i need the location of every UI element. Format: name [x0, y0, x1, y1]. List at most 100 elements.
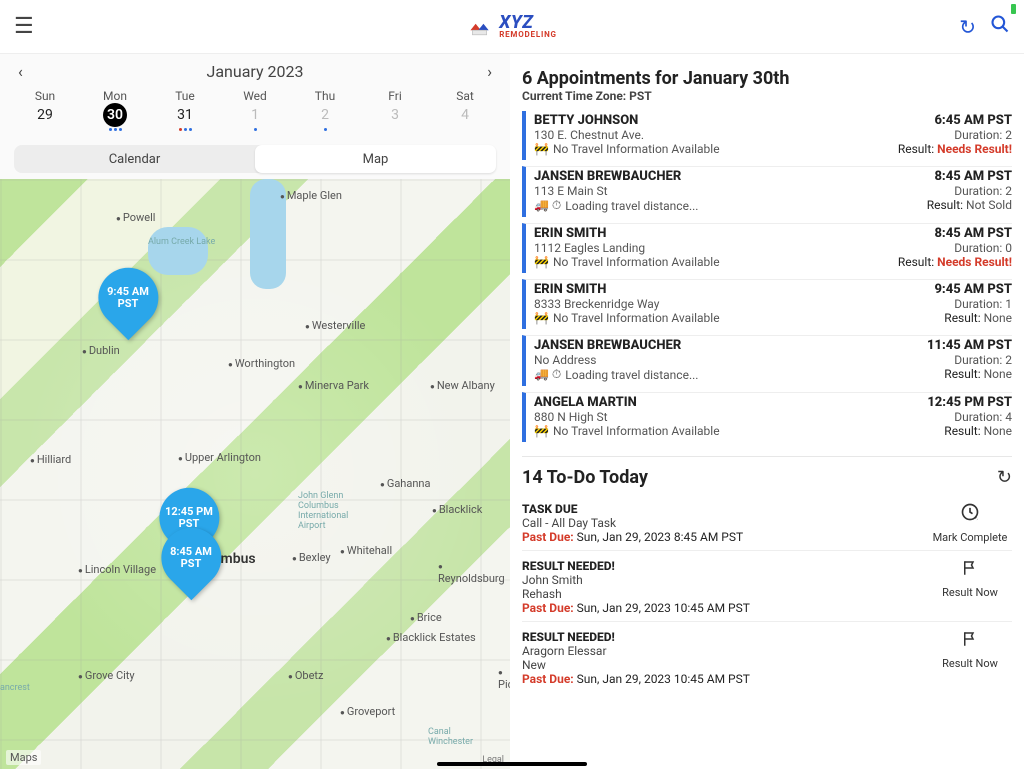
appointment-address: 880 N High St — [534, 410, 872, 424]
appointment-row[interactable]: ANGELA MARTIN880 N High St🚧 No Travel In… — [522, 392, 1012, 442]
segment-calendar[interactable]: Calendar — [14, 145, 255, 173]
appointment-row[interactable]: JANSEN BREWBAUCHERNo Address🚚 ⏱ Loading … — [522, 335, 1012, 386]
view-segment: Calendar Map — [14, 145, 496, 173]
weekday-label: Fri — [360, 89, 430, 103]
cal-next-icon[interactable]: › — [487, 62, 492, 81]
car-icon: 🚚 ⏱ — [534, 367, 561, 382]
warn-icon: 🚧 — [534, 311, 549, 325]
appointment-travel: 🚧 No Travel Information Available — [534, 424, 872, 438]
appointment-row[interactable]: ERIN SMITH1112 Eagles Landing🚧 No Travel… — [522, 223, 1012, 273]
maps-attribution: Maps — [6, 750, 41, 765]
search-icon[interactable] — [990, 14, 1010, 39]
map-city-label: Canal Winchester — [428, 727, 498, 747]
calendar-day[interactable]: 29 — [10, 103, 80, 135]
map-city-label: ● New Albany — [430, 379, 495, 392]
todo-line: Call - All Day Task — [522, 516, 918, 530]
todo-action[interactable]: Result Now — [928, 630, 1012, 686]
brand-logo: XYZ REMODELING — [467, 15, 557, 38]
refresh-icon[interactable]: ↻ — [959, 15, 976, 39]
weekday-label: Thu — [290, 89, 360, 103]
appointment-duration: Duration: 2 — [872, 353, 1012, 367]
map-city-label: ● Maple Glen — [280, 189, 342, 202]
map-city-label: Alum Creek Lake — [148, 237, 215, 247]
calendar-day[interactable]: 2 — [290, 103, 360, 135]
map-city-label: ● Powell — [116, 211, 155, 224]
logo-icon — [467, 17, 493, 37]
map-city-label: ● Westerville — [305, 319, 365, 332]
todo-label: RESULT NEEDED! — [522, 630, 918, 644]
calendar-day[interactable]: 1 — [220, 103, 290, 135]
home-indicator[interactable] — [437, 762, 587, 766]
todo-label: TASK DUE — [522, 502, 918, 516]
todo-due: Past Due: Sun, Jan 29, 2023 10:45 AM PST — [522, 672, 918, 686]
todo-action[interactable]: Result Now — [928, 559, 1012, 615]
weekday-label: Sun — [10, 89, 80, 103]
menu-icon[interactable]: ☰ — [14, 14, 34, 39]
brand-line1: XYZ — [499, 15, 557, 31]
todo-line: John Smith — [522, 573, 918, 587]
todo-row[interactable]: RESULT NEEDED!Aragorn ElessarNewPast Due… — [522, 621, 1012, 692]
todo-due: Past Due: Sun, Jan 29, 2023 10:45 AM PST — [522, 601, 918, 615]
map-city-label: ● Lincoln Village — [78, 563, 156, 576]
todo-row[interactable]: TASK DUECall - All Day TaskPast Due: Sun… — [522, 494, 1012, 550]
appointments-subtitle: Current Time Zone: PST — [522, 89, 1012, 103]
appointment-row[interactable]: BETTY JOHNSON130 E. Chestnut Ave.🚧 No Tr… — [522, 111, 1012, 160]
appointment-result: Result: Needs Result! — [872, 142, 1012, 156]
appointment-result: Result: None — [872, 367, 1012, 381]
calendar-day[interactable]: 3 — [360, 103, 430, 135]
right-pane: 6 Appointments for January 30th Current … — [510, 54, 1024, 769]
map-city-label: ● Grove City — [78, 669, 135, 682]
flag-icon — [961, 559, 979, 582]
appointment-travel: 🚚 ⏱ Loading travel distance... — [534, 367, 872, 382]
appointment-row[interactable]: ERIN SMITH8333 Breckenridge Way🚧 No Trav… — [522, 279, 1012, 329]
appointment-travel: 🚧 No Travel Information Available — [534, 142, 872, 156]
todo-row[interactable]: RESULT NEEDED!John SmithRehashPast Due: … — [522, 550, 1012, 621]
calendar-day[interactable]: 31 — [150, 103, 220, 135]
map-view[interactable]: Maps Legal ● Maple GlenAlum Creek Lake● … — [0, 179, 510, 769]
appointment-duration: Duration: 2 — [872, 184, 1012, 198]
map-city-label: John Glenn Columbus International Airpor… — [298, 491, 368, 531]
appointment-travel: 🚧 No Travel Information Available — [534, 311, 872, 325]
appointment-result: Result: None — [872, 424, 1012, 438]
todo-line: Aragorn Elessar — [522, 644, 918, 658]
map-water — [148, 227, 208, 275]
map-city-label: ● Hilliard — [30, 453, 71, 466]
appointment-row[interactable]: JANSEN BREWBAUCHER113 E Main St🚚 ⏱ Loadi… — [522, 166, 1012, 217]
appointment-address: No Address — [534, 353, 872, 367]
appointments-title: 6 Appointments for January 30th — [522, 68, 1012, 89]
weekday-label: Tue — [150, 89, 220, 103]
map-city-label: ● Whitehall — [340, 544, 392, 557]
status-battery-icon — [1011, 4, 1016, 14]
map-city-label: ● Pic — [498, 665, 510, 691]
appointment-time: 6:45 AM PST — [872, 113, 1012, 128]
segment-map[interactable]: Map — [255, 145, 496, 173]
map-city-label: ● Obetz — [288, 669, 323, 682]
car-icon: 🚚 ⏱ — [534, 198, 561, 213]
left-pane: ‹ January 2023 › SunMonTueWedThuFriSat 2… — [0, 54, 510, 769]
flag-icon — [961, 630, 979, 653]
appointment-address: 1112 Eagles Landing — [534, 241, 872, 255]
todo-refresh-icon[interactable]: ↻ — [997, 467, 1012, 488]
cal-prev-icon[interactable]: ‹ — [18, 62, 23, 81]
map-city-label: ● Reynoldsburg — [438, 559, 510, 585]
appointment-name: ERIN SMITH — [534, 226, 872, 241]
appointment-address: 113 E Main St — [534, 184, 872, 198]
appointment-address: 130 E. Chestnut Ave. — [534, 128, 872, 142]
calendar-day[interactable]: 4 — [430, 103, 500, 135]
appointment-travel: 🚧 No Travel Information Available — [534, 255, 872, 269]
todo-action[interactable]: Mark Complete — [928, 502, 1012, 544]
map-city-label: ● Bexley — [292, 551, 331, 564]
appointment-time: 8:45 AM PST — [872, 169, 1012, 184]
map-city-label: Urbancrest — [0, 683, 30, 693]
topbar: ☰ XYZ REMODELING ↻ — [0, 0, 1024, 54]
weekday-label: Wed — [220, 89, 290, 103]
appointment-result: Result: Not Sold — [872, 198, 1012, 212]
map-city-label: ● Dublin — [82, 344, 120, 357]
appointment-duration: Duration: 4 — [872, 410, 1012, 424]
appointment-duration: Duration: 2 — [872, 128, 1012, 142]
todo-line: Rehash — [522, 587, 918, 601]
warn-icon: 🚧 — [534, 142, 549, 156]
calendar-day[interactable]: 30 — [80, 103, 150, 135]
appointment-time: 8:45 AM PST — [872, 226, 1012, 241]
map-city-label: ● Brice — [410, 611, 442, 624]
